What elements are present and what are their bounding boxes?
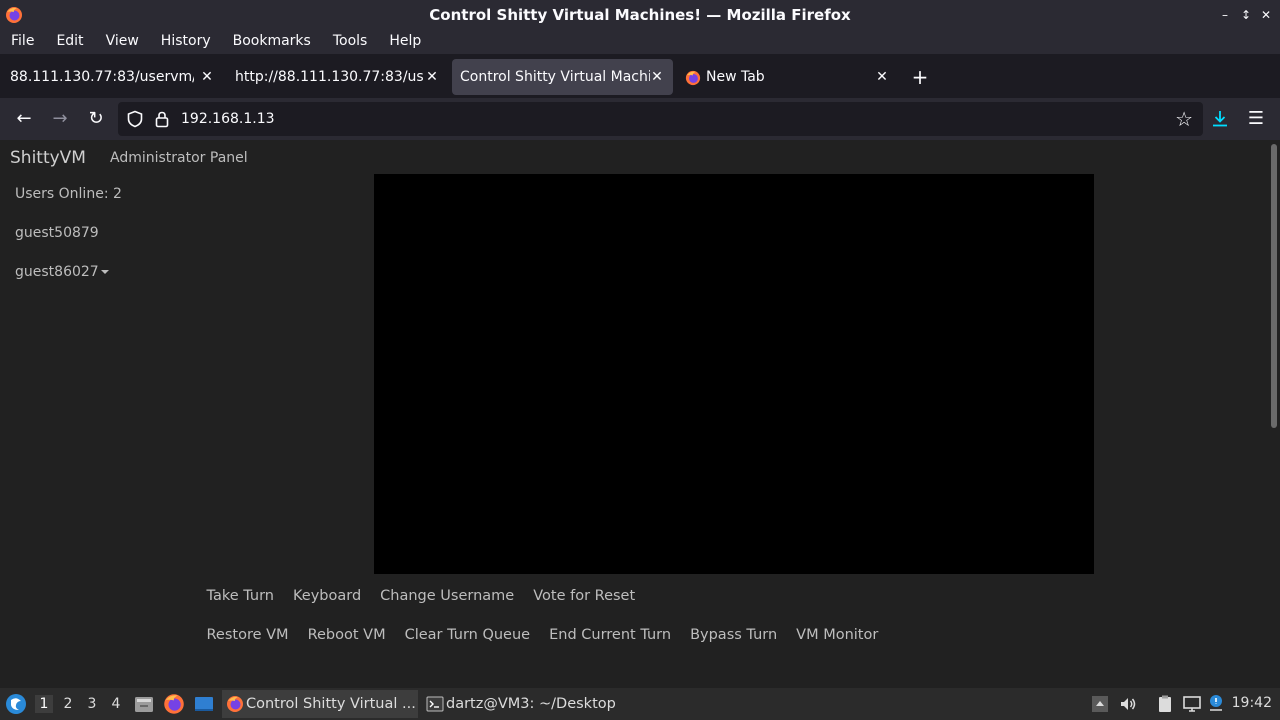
firefox-icon — [227, 696, 243, 712]
admin-controls-row: Restore VM Reboot VM Clear Turn Queue En… — [197, 627, 888, 643]
menu-view[interactable]: View — [95, 30, 150, 54]
tab-label: New Tab — [706, 69, 765, 85]
desktop-icon[interactable] — [193, 693, 215, 715]
close-tab-icon[interactable]: ✕ — [422, 67, 442, 87]
restore-vm-button[interactable]: Restore VM — [197, 627, 298, 643]
notification-icon[interactable] — [1206, 694, 1226, 714]
volume-icon[interactable] — [1118, 694, 1138, 714]
tray-expand-icon[interactable] — [1090, 694, 1110, 714]
users-online-label: Users Online: 2 — [15, 186, 122, 202]
bookmark-star-icon[interactable]: ☆ — [1175, 107, 1193, 131]
close-tab-icon[interactable]: ✕ — [647, 67, 667, 87]
menu-history[interactable]: History — [150, 30, 222, 54]
user-list-item-dropdown[interactable]: guest86027 — [15, 264, 109, 280]
workspace-4[interactable]: 4 — [107, 695, 125, 713]
url-text[interactable]: 192.168.1.13 — [181, 111, 275, 127]
menu-tools[interactable]: Tools — [322, 30, 379, 54]
taskbar: 1 2 3 4 Control Shitty Virtual ... dartz… — [0, 688, 1280, 720]
forward-button[interactable]: → — [48, 107, 72, 131]
minimize-button[interactable]: – — [1215, 5, 1235, 25]
tab-shittyvm-active[interactable]: Control Shitty Virtual Machin ✕ — [452, 59, 673, 95]
tab-label: Control Shitty Virtual Machin — [460, 69, 650, 85]
menu-help[interactable]: Help — [378, 30, 432, 54]
lock-icon[interactable] — [154, 110, 170, 128]
vm-display-screen[interactable] — [374, 174, 1094, 574]
url-bar[interactable]: 192.168.1.13 ☆ — [118, 102, 1203, 136]
site-brand[interactable]: ShittyVM — [10, 148, 86, 168]
menu-edit[interactable]: Edit — [45, 30, 94, 54]
vote-for-reset-button[interactable]: Vote for Reset — [524, 588, 645, 604]
user-controls-row: Take Turn Keyboard Change Username Vote … — [197, 588, 645, 604]
reload-button[interactable]: ↻ — [84, 107, 108, 131]
maximize-button[interactable]: ↕ — [1236, 5, 1256, 25]
administrator-panel-link[interactable]: Administrator Panel — [110, 150, 248, 166]
new-tab-button[interactable]: + — [908, 65, 932, 89]
keyboard-button[interactable]: Keyboard — [284, 588, 371, 604]
workspace-3[interactable]: 3 — [83, 695, 101, 713]
terminal-icon — [426, 696, 444, 712]
tab-strip: 88.111.130.77:83/uservm/ ✕ http://88.111… — [0, 56, 1280, 98]
page-scrollbar[interactable] — [1268, 140, 1280, 688]
workspace-1[interactable]: 1 — [35, 695, 53, 713]
end-current-turn-button[interactable]: End Current Turn — [540, 627, 681, 643]
back-button[interactable]: ← — [12, 107, 36, 131]
workspace-2[interactable]: 2 — [59, 695, 77, 713]
window-titlebar: Control Shitty Virtual Machines! — Mozil… — [0, 0, 1280, 30]
task-label: Control Shitty Virtual ... — [246, 696, 416, 712]
tab-uservm-2[interactable]: http://88.111.130.77:83/use ✕ — [227, 59, 447, 95]
scrollbar-thumb[interactable] — [1271, 144, 1277, 428]
change-username-button[interactable]: Change Username — [371, 588, 524, 604]
clock[interactable]: 19:42 — [1232, 695, 1272, 711]
menu-bookmarks[interactable]: Bookmarks — [222, 30, 322, 54]
close-window-button[interactable]: ✕ — [1256, 5, 1276, 25]
nav-bar: ← → ↻ 192.168.1.13 ☆ ☰ — [0, 98, 1280, 140]
tab-new-tab[interactable]: New Tab ✕ — [677, 59, 897, 95]
app-menu-hamburger-icon[interactable]: ☰ — [1244, 107, 1268, 131]
clipboard-icon[interactable] — [1155, 694, 1175, 714]
close-tab-icon[interactable]: ✕ — [197, 67, 217, 87]
close-tab-icon[interactable]: ✕ — [872, 67, 892, 87]
tab-uservm[interactable]: 88.111.130.77:83/uservm/ ✕ — [2, 59, 222, 95]
vm-monitor-button[interactable]: VM Monitor — [787, 627, 888, 643]
network-monitor-icon[interactable] — [1182, 694, 1202, 714]
tab-label: http://88.111.130.77:83/use — [235, 69, 423, 85]
download-icon[interactable] — [1209, 108, 1231, 130]
task-label: dartz@VM3: ~/Desktop — [446, 696, 616, 712]
firefox-icon[interactable] — [163, 693, 185, 715]
clear-turn-queue-button[interactable]: Clear Turn Queue — [395, 627, 540, 643]
tab-label: 88.111.130.77:83/uservm/ — [10, 69, 194, 85]
take-turn-button[interactable]: Take Turn — [197, 588, 284, 604]
menu-bar: File Edit View History Bookmarks Tools H… — [0, 30, 1280, 54]
window-title: Control Shitty Virtual Machines! — Mozil… — [429, 6, 851, 24]
tracking-protection-shield-icon[interactable] — [126, 110, 144, 128]
caret-down-icon — [100, 270, 109, 274]
start-menu-icon[interactable] — [4, 692, 28, 716]
user-name: guest86027 — [15, 264, 99, 280]
reboot-vm-button[interactable]: Reboot VM — [298, 627, 395, 643]
user-list-item[interactable]: guest50879 — [15, 225, 99, 241]
page-content: ShittyVM Administrator Panel Users Onlin… — [0, 140, 1268, 688]
menu-file[interactable]: File — [0, 30, 45, 54]
taskbar-task-firefox[interactable]: Control Shitty Virtual ... — [222, 690, 418, 718]
file-manager-icon[interactable] — [133, 693, 155, 715]
taskbar-task-terminal[interactable]: dartz@VM3: ~/Desktop — [422, 690, 622, 718]
firefox-icon — [685, 70, 701, 86]
bypass-turn-button[interactable]: Bypass Turn — [681, 627, 787, 643]
